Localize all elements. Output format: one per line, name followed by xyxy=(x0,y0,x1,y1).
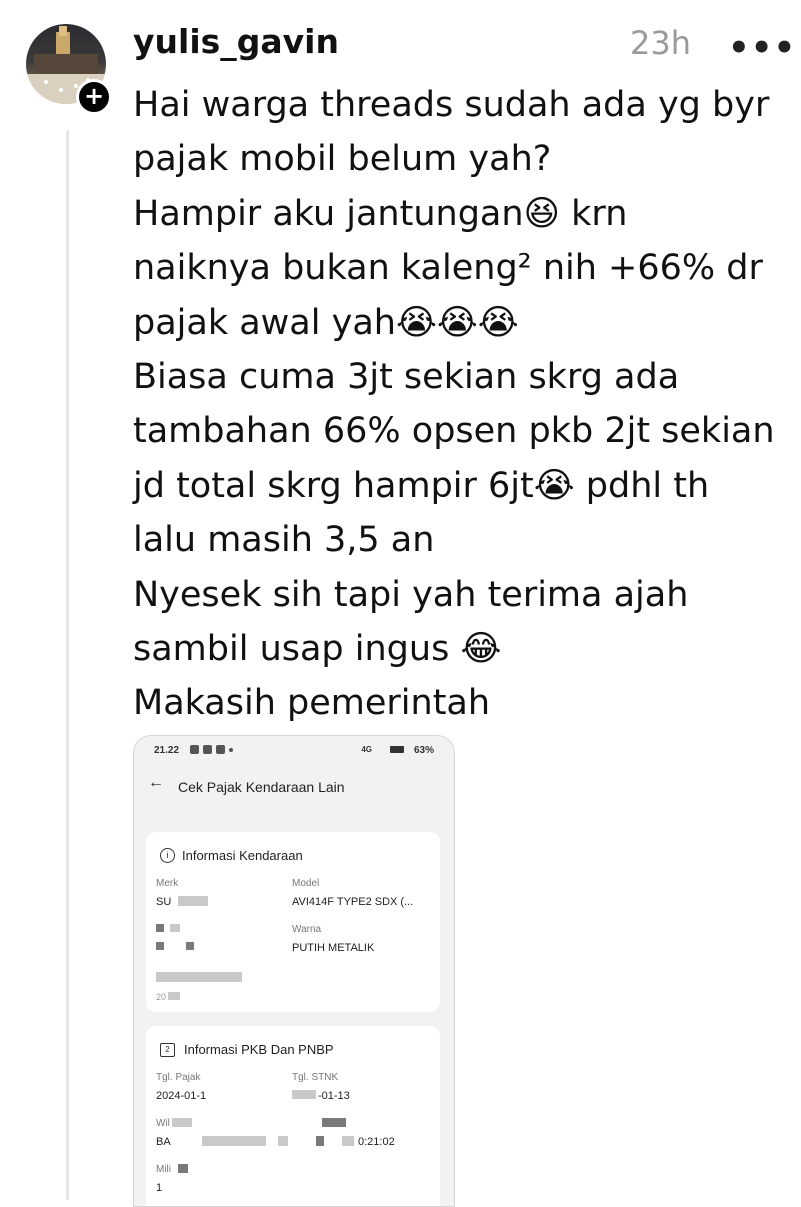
status-time: 21.22 xyxy=(154,745,180,756)
redacted-block xyxy=(316,1136,324,1146)
redacted-block xyxy=(156,972,242,982)
notification-icon xyxy=(203,745,212,754)
network-label: 4G xyxy=(361,745,372,754)
redacted-block xyxy=(170,924,180,932)
time-value: 0:21:02 xyxy=(358,1136,395,1148)
model-label: Model xyxy=(292,878,320,889)
post-line: Nyesek sih tapi yah terima ajah xyxy=(133,574,689,615)
redacted-block xyxy=(278,1136,288,1146)
post-line: pajak mobil belum yah? xyxy=(133,139,552,180)
redacted-block xyxy=(178,1164,188,1173)
pkb-info-card: 2 Informasi PKB Dan PNBP Tgl. Pajak 2024… xyxy=(146,1026,440,1206)
battery-percent: 63% xyxy=(413,745,434,756)
redacted-value: 20 xyxy=(156,992,167,1002)
post-line: Hai warga threads sudah ada yg byr xyxy=(133,85,770,125)
notification-icon xyxy=(190,745,199,754)
redacted-block xyxy=(292,1090,316,1099)
card-title: Informasi Kendaraan xyxy=(182,848,303,863)
redacted-block xyxy=(168,992,180,1000)
username[interactable]: yulis_gavin xyxy=(133,22,339,61)
more-options-icon[interactable]: ••• xyxy=(728,28,796,68)
attached-screenshot[interactable]: 21.22 4G 63% ← Cek Pajak Kendaraan Lain … xyxy=(133,735,455,1207)
post-line: Makasih pemerintah xyxy=(133,683,491,724)
redacted-block xyxy=(322,1118,346,1127)
redacted-block xyxy=(186,942,194,950)
model-value: AVI414F TYPE2 SDX (... xyxy=(292,896,414,908)
tgl-stnk-label: Tgl. STNK xyxy=(292,1072,339,1083)
merk-value: SU xyxy=(156,896,172,908)
follow-plus-button[interactable]: + xyxy=(76,79,112,115)
calendar-icon: 2 xyxy=(160,1043,175,1057)
redacted-block xyxy=(172,1118,192,1127)
post-line: jd total skrg hampir 6jt😭 pdhl th xyxy=(133,465,710,506)
post-line: pajak awal yah😭😭😭 xyxy=(133,302,519,343)
warna-value: PUTIH METALIK xyxy=(292,942,375,954)
wil-label: Wil xyxy=(156,1118,170,1129)
redacted-block xyxy=(156,942,164,950)
page-title: Cek Pajak Kendaraan Lain xyxy=(178,779,345,795)
info-icon: i xyxy=(160,848,175,863)
warna-label: Warna xyxy=(292,924,322,935)
milik-value: 1 xyxy=(156,1182,163,1194)
battery-icon xyxy=(390,746,404,753)
redacted-block xyxy=(178,896,208,906)
card-title: Informasi PKB Dan PNBP xyxy=(184,1042,334,1057)
milik-label: Mili xyxy=(156,1164,171,1175)
post-line: sambil usap ingus 😂 xyxy=(133,629,502,670)
tgl-pajak-label: Tgl. Pajak xyxy=(156,1072,201,1083)
status-bar: 21.22 4G 63% xyxy=(134,736,454,766)
post-line: naiknya bukan kaleng² nih +66% dr xyxy=(133,248,763,289)
tgl-stnk-value: -01-13 xyxy=(318,1090,350,1102)
redacted-block xyxy=(202,1136,266,1146)
merk-label: Merk xyxy=(156,878,179,889)
post-line: lalu masih 3,5 an xyxy=(133,520,435,561)
post-body: Hai warga threads sudah ada yg byr pajak… xyxy=(133,78,793,731)
arrow-left-icon[interactable]: ← xyxy=(148,774,164,792)
post-time: 23h xyxy=(630,24,691,62)
tgl-pajak-value: 2024-01-1 xyxy=(156,1090,207,1102)
redacted-block xyxy=(156,924,164,932)
post-line: Biasa cuma 3jt sekian skrg ada xyxy=(133,357,680,398)
dot-icon xyxy=(229,748,233,752)
redacted-block xyxy=(342,1136,354,1146)
wil-value: BA xyxy=(156,1136,171,1148)
post-line: Hampir aku jantungan😆 krn xyxy=(133,193,628,234)
vehicle-info-card: i Informasi Kendaraan Merk SU Model AVI4… xyxy=(146,832,440,1012)
notification-icon xyxy=(216,745,225,754)
post-line: tambahan 66% opsen pkb 2jt sekian xyxy=(133,411,775,452)
thread-line xyxy=(66,130,69,1200)
